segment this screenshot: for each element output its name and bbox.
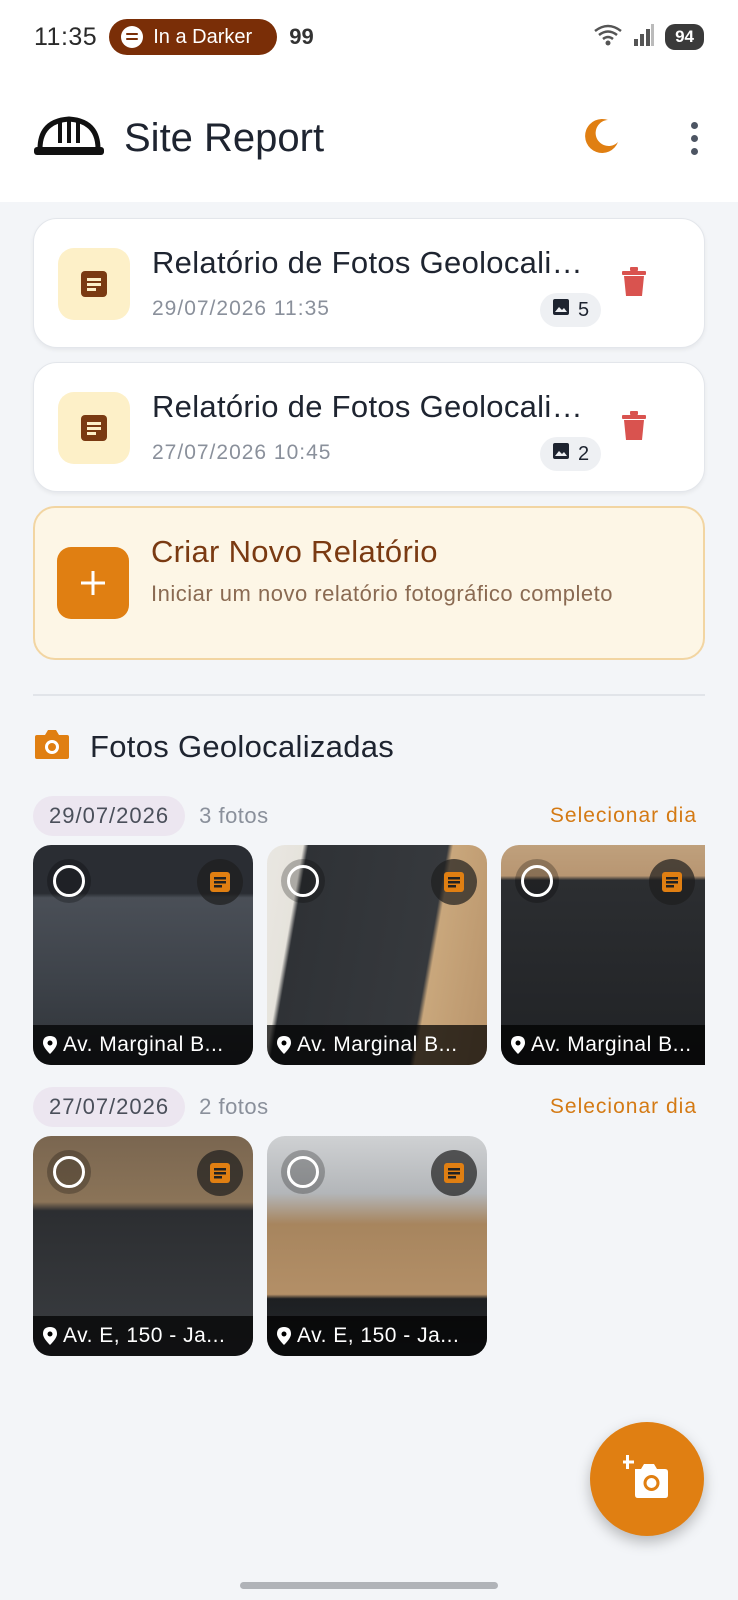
app-title: Site Report bbox=[124, 115, 325, 160]
status-time: 11:35 bbox=[34, 22, 98, 51]
select-photo-checkbox[interactable] bbox=[47, 1150, 91, 1194]
new-report-subtitle: Iniciar um novo relatório fotográfico co… bbox=[151, 581, 613, 606]
day-group-header: 27/07/2026 2 fotos Selecionar dia bbox=[33, 1087, 705, 1127]
photo-thumbnail[interactable]: Av. Marginal B... bbox=[33, 845, 253, 1065]
more-options-button[interactable] bbox=[682, 114, 706, 162]
photo-thumbnail[interactable]: Av. Marginal B... bbox=[267, 845, 487, 1065]
more-vert-icon-dot bbox=[690, 147, 698, 155]
location-pin-icon bbox=[43, 1327, 57, 1345]
select-photo-checkbox[interactable] bbox=[281, 859, 325, 903]
note-icon bbox=[210, 1163, 230, 1183]
new-report-title: Criar Novo Relatório bbox=[151, 534, 438, 569]
image-icon bbox=[552, 298, 570, 322]
photo-location: Av. E, 150 - Ja... bbox=[63, 1324, 226, 1347]
delete-report-button[interactable] bbox=[616, 266, 652, 302]
more-vert-icon-dot bbox=[690, 134, 698, 142]
trash-icon bbox=[622, 410, 646, 446]
day-group-header: 29/07/2026 3 fotos Selecionar dia bbox=[33, 796, 705, 836]
report-title: Relatório de Fotos Geolocalizadas bbox=[152, 245, 592, 280]
add-note-button[interactable] bbox=[649, 859, 695, 905]
status-icons: 94 bbox=[593, 23, 704, 52]
select-photo-checkbox[interactable] bbox=[47, 859, 91, 903]
delete-report-button[interactable] bbox=[616, 410, 652, 446]
photo-location: Av. E, 150 - Ja... bbox=[297, 1324, 460, 1347]
add-camera-icon bbox=[621, 1454, 671, 1504]
photo-location: Av. Marginal B... bbox=[297, 1033, 458, 1056]
media-title: In a Darker bbox=[153, 25, 253, 48]
day-photo-count: 2 fotos bbox=[199, 1094, 269, 1119]
note-icon bbox=[662, 872, 682, 892]
photo-location-bar: Av. E, 150 - Ja... bbox=[33, 1316, 253, 1356]
plus-icon bbox=[57, 547, 129, 619]
trash-icon bbox=[622, 266, 646, 302]
add-note-button[interactable] bbox=[197, 1150, 243, 1196]
report-document-icon bbox=[58, 392, 130, 464]
hard-hat-icon bbox=[32, 113, 106, 164]
add-note-button[interactable] bbox=[197, 859, 243, 905]
app-bar: Site Report bbox=[0, 74, 738, 202]
photo-thumbnail[interactable]: Av. Marginal B... bbox=[501, 845, 705, 1065]
signal-icon bbox=[633, 23, 655, 52]
photo-thumbnail[interactable]: Av. E, 150 - Ja... bbox=[33, 1136, 253, 1356]
status-bar: 11:35 In a Darker 99 94 bbox=[0, 0, 738, 74]
select-photo-checkbox[interactable] bbox=[281, 1150, 325, 1194]
add-note-button[interactable] bbox=[431, 859, 477, 905]
photo-count-badge: 5 bbox=[540, 293, 602, 327]
photo-count: 5 bbox=[578, 298, 590, 321]
photo-location-bar: Av. Marginal B... bbox=[267, 1025, 487, 1065]
spotify-icon bbox=[121, 26, 144, 48]
media-notification-pill[interactable]: In a Darker bbox=[109, 19, 278, 55]
report-card[interactable]: Relatório de Fotos Geolocalizadas 27/07/… bbox=[33, 362, 705, 492]
report-card[interactable]: Relatório de Fotos Geolocalizadas 29/07/… bbox=[33, 218, 705, 348]
day-date-chip: 27/07/2026 bbox=[33, 1087, 186, 1127]
add-photo-fab[interactable] bbox=[590, 1422, 704, 1536]
note-icon bbox=[444, 872, 464, 892]
report-date: 27/07/2026 10:45 bbox=[152, 441, 332, 464]
select-photo-checkbox[interactable] bbox=[515, 859, 559, 903]
photo-location-bar: Av. Marginal B... bbox=[33, 1025, 253, 1065]
select-day-button[interactable]: Selecionar dia bbox=[550, 804, 697, 828]
note-icon bbox=[444, 1163, 464, 1183]
report-title: Relatório de Fotos Geolocalizadas bbox=[152, 389, 592, 424]
location-pin-icon bbox=[43, 1036, 57, 1054]
photo-count: 2 bbox=[578, 442, 590, 465]
photo-location: Av. Marginal B... bbox=[63, 1033, 224, 1056]
photo-count-badge: 2 bbox=[540, 437, 602, 471]
create-new-report-card[interactable]: Criar Novo Relatório Iniciar um novo rel… bbox=[33, 506, 705, 660]
photo-location: Av. Marginal B... bbox=[531, 1033, 692, 1056]
more-vert-icon-dot bbox=[690, 121, 698, 129]
divider bbox=[33, 694, 705, 696]
add-note-button[interactable] bbox=[431, 1150, 477, 1196]
day-photo-count: 3 fotos bbox=[199, 803, 269, 828]
image-icon bbox=[552, 442, 570, 466]
location-pin-icon bbox=[277, 1327, 291, 1345]
moon-icon bbox=[582, 116, 622, 161]
photo-location-bar: Av. Marginal B... bbox=[501, 1025, 705, 1065]
report-document-icon bbox=[58, 248, 130, 320]
section-title: Fotos Geolocalizadas bbox=[90, 728, 395, 764]
wifi-icon bbox=[593, 23, 623, 52]
location-pin-icon bbox=[511, 1036, 525, 1054]
photo-location-bar: Av. E, 150 - Ja... bbox=[267, 1316, 487, 1356]
select-day-button[interactable]: Selecionar dia bbox=[550, 1095, 697, 1119]
note-icon bbox=[210, 872, 230, 892]
photo-thumbnail[interactable]: Av. E, 150 - Ja... bbox=[267, 1136, 487, 1356]
report-date: 29/07/2026 11:35 bbox=[152, 297, 330, 320]
theme-toggle-button[interactable] bbox=[578, 114, 626, 162]
day-date-chip: 29/07/2026 bbox=[33, 796, 186, 836]
location-pin-icon bbox=[277, 1036, 291, 1054]
notification-count: 99 bbox=[289, 24, 314, 49]
camera-icon bbox=[34, 728, 70, 765]
battery-indicator: 94 bbox=[665, 24, 704, 50]
home-indicator[interactable] bbox=[240, 1582, 498, 1589]
photos-section-header: Fotos Geolocalizadas bbox=[34, 728, 394, 765]
